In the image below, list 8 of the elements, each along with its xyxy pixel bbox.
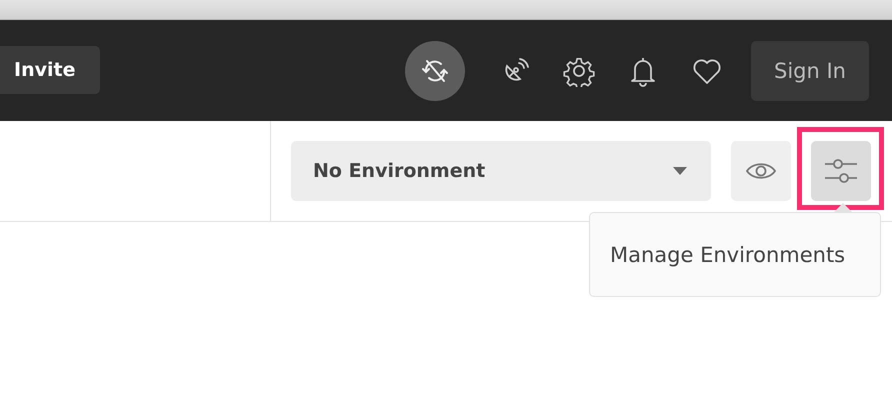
eye-button[interactable] bbox=[731, 141, 791, 201]
invite-button[interactable]: Invite bbox=[0, 46, 100, 94]
sign-in-button[interactable]: Sign In bbox=[751, 40, 869, 100]
sliders-icon bbox=[824, 157, 858, 185]
caret-icon bbox=[673, 166, 687, 176]
menu-item[interactable]: Manage Environments bbox=[590, 242, 846, 266]
sliders-button[interactable] bbox=[811, 141, 871, 201]
environment-dropdown[interactable]: No Environment bbox=[291, 141, 711, 201]
